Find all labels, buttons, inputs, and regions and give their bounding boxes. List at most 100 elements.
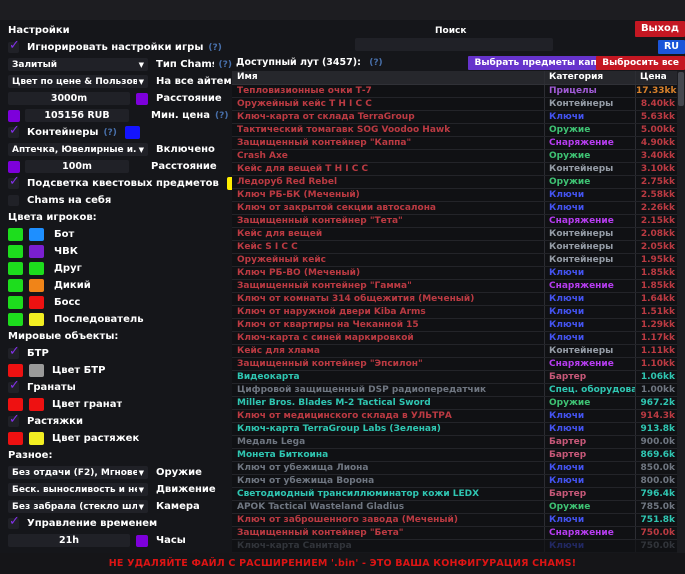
item-category: Снаряжение bbox=[544, 527, 635, 539]
tripwire-color-swatch-1[interactable] bbox=[8, 432, 23, 445]
select-kappa-button[interactable]: Выбрать предметы каппа bbox=[468, 56, 615, 70]
player-color-swatch-primary[interactable] bbox=[8, 228, 23, 241]
chams-self-checkbox[interactable] bbox=[8, 195, 19, 206]
table-row[interactable]: Светодиодный трансиллюминатор кожи LEDXБ… bbox=[232, 488, 685, 501]
tripwire-color-swatch-2[interactable] bbox=[29, 432, 44, 445]
player-color-swatch-secondary[interactable] bbox=[29, 262, 44, 275]
help-icon[interactable]: (?) bbox=[219, 60, 232, 70]
player-color-swatch-primary[interactable] bbox=[8, 279, 23, 292]
table-row[interactable]: Защищенный контейнер "Эпсилон"Снаряжение… bbox=[232, 358, 685, 371]
table-row[interactable]: Защищенный контейнер "Тета"Снаряжение2.1… bbox=[232, 215, 685, 228]
camera-select[interactable]: Без забрала (стекло шлема) ▼ bbox=[8, 500, 148, 513]
table-row[interactable]: Оружейный кейс T H I C CКонтейнеры8.40kk bbox=[232, 98, 685, 111]
color-mode-select[interactable]: Цвет по цене & Пользователь ▼ bbox=[8, 75, 148, 88]
table-row[interactable]: Ключ от квартиры на Чеканной 15Ключи1.29… bbox=[232, 319, 685, 332]
grenade-color-swatch-1[interactable] bbox=[8, 398, 23, 411]
player-color-swatch-secondary[interactable] bbox=[29, 228, 44, 241]
tripwires-checkbox[interactable] bbox=[8, 416, 19, 427]
player-color-swatch-primary[interactable] bbox=[8, 262, 23, 275]
table-row[interactable]: Ключ РБ-ВО (Меченый)Ключи1.85kk bbox=[232, 267, 685, 280]
table-row[interactable]: Защищенный контейнер "Гамма"Снаряжение1.… bbox=[232, 280, 685, 293]
player-color-swatch-secondary[interactable] bbox=[29, 245, 44, 258]
scrollbar-thumb[interactable] bbox=[678, 72, 684, 106]
player-color-row: Друг bbox=[8, 262, 232, 275]
column-header-category[interactable]: Категория bbox=[544, 71, 635, 84]
table-row[interactable]: Ключ от убежища ВоронаКлючи800.0k bbox=[232, 475, 685, 488]
help-icon[interactable]: (?) bbox=[208, 43, 221, 53]
table-row[interactable]: Crash AxeОружие3.40kk bbox=[232, 150, 685, 163]
item-category: Ключи bbox=[544, 423, 635, 435]
hours-input[interactable]: 21h bbox=[8, 534, 130, 547]
table-row[interactable]: Кейс для хламаКонтейнеры1.11kk bbox=[232, 345, 685, 358]
language-button[interactable]: RU bbox=[658, 40, 685, 54]
distance-input[interactable]: 3000m bbox=[8, 92, 130, 105]
table-row[interactable]: Медаль LegaБартер900.0k bbox=[232, 436, 685, 449]
table-row[interactable]: Ключ-карта от склада TerraGroupКлючи5.63… bbox=[232, 111, 685, 124]
containers-distance-input[interactable]: 100m bbox=[25, 160, 129, 173]
table-row[interactable]: Кейс для вещей T H I C CКонтейнеры3.10kk bbox=[232, 163, 685, 176]
table-row[interactable]: Ключ-карта СанитараКлючи750.0k bbox=[232, 540, 685, 553]
time-control-checkbox[interactable] bbox=[8, 518, 19, 529]
table-row[interactable]: Ключ-карта с синей маркировкойКлючи1.17k… bbox=[232, 332, 685, 345]
player-color-swatch-primary[interactable] bbox=[8, 313, 23, 326]
min-price-input[interactable]: 105156 RUB bbox=[25, 109, 129, 122]
player-colors-list: БотЧВКДругДикийБоссПоследователь bbox=[8, 228, 232, 326]
quest-items-checkbox[interactable] bbox=[8, 178, 19, 189]
table-row[interactable]: APOK Tactical Wasteland GladiusОружие785… bbox=[232, 501, 685, 514]
table-row[interactable]: Защищенный контейнер "Бета"Снаряжение750… bbox=[232, 527, 685, 540]
hours-color-swatch[interactable] bbox=[136, 535, 148, 547]
table-row[interactable]: Цифровой защищенный DSP радиопередатчикС… bbox=[232, 384, 685, 397]
player-color-swatch-secondary[interactable] bbox=[29, 279, 44, 292]
chevron-down-icon: ▼ bbox=[139, 78, 144, 86]
containers-distance-swatch[interactable] bbox=[8, 161, 20, 173]
help-icon[interactable]: (?) bbox=[369, 58, 382, 68]
table-row[interactable]: Ключ от убежища ЛионаКлючи850.0k bbox=[232, 462, 685, 475]
table-row[interactable]: Ключ от медицинского склада в УЛЬТРАКлюч… bbox=[232, 410, 685, 423]
btr-color-swatch-2[interactable] bbox=[29, 364, 44, 377]
table-row[interactable]: Ледоруб Red RebelОружие2.75kk bbox=[232, 176, 685, 189]
player-color-swatch-primary[interactable] bbox=[8, 296, 23, 309]
help-icon[interactable]: (?) bbox=[215, 111, 228, 121]
table-row[interactable]: Ключ от наружной двери Kiba ArmsКлючи1.5… bbox=[232, 306, 685, 319]
grenade-color-swatch-2[interactable] bbox=[29, 398, 44, 411]
chams-type-select[interactable]: Залитый ▼ bbox=[8, 58, 148, 71]
table-row[interactable]: Ключ-карта TerraGroup Labs (Зеленая)Ключ… bbox=[232, 423, 685, 436]
weapon-select[interactable]: Без отдачи (F2), Мгновенное п ▼ bbox=[8, 466, 148, 479]
table-row[interactable]: Защищенный контейнер "Каппа"Снаряжение4.… bbox=[232, 137, 685, 150]
btr-checkbox[interactable] bbox=[8, 348, 19, 359]
btr-color-swatch-1[interactable] bbox=[8, 364, 23, 377]
drop-all-button[interactable]: Выбросить все bbox=[596, 56, 685, 70]
movement-select[interactable]: Беск. выносливость и нет уста ▼ bbox=[8, 483, 148, 496]
containers-checkbox[interactable] bbox=[8, 127, 19, 138]
help-icon[interactable]: (?) bbox=[103, 128, 116, 138]
table-row[interactable]: Кейс S I C CКонтейнеры2.05kk bbox=[232, 241, 685, 254]
player-color-label: Бот bbox=[54, 229, 74, 240]
table-row[interactable]: Ключ РБ-БК (Меченый)Ключи2.58kk bbox=[232, 189, 685, 202]
exit-button[interactable]: Выход bbox=[635, 21, 685, 37]
player-color-swatch-secondary[interactable] bbox=[29, 296, 44, 309]
table-row[interactable]: Miller Bros. Blades M-2 Tactical SwordОр… bbox=[232, 397, 685, 410]
ignore-game-settings-checkbox[interactable] bbox=[8, 42, 19, 53]
containers-color-swatch[interactable] bbox=[125, 126, 140, 139]
table-row[interactable]: Кейс для вещейКонтейнеры2.08kk bbox=[232, 228, 685, 241]
table-row[interactable]: Ключ от заброшенного завода (Меченый)Клю… bbox=[232, 514, 685, 527]
grenades-row: Гранаты bbox=[8, 381, 232, 394]
grenade-color-row: Цвет гранат bbox=[8, 398, 232, 411]
table-scrollbar[interactable] bbox=[677, 71, 685, 553]
grenades-checkbox[interactable] bbox=[8, 382, 19, 393]
player-color-swatch-secondary[interactable] bbox=[29, 313, 44, 326]
table-row[interactable]: Тепловизионные очки Т-7Прицелы17.33kk bbox=[232, 85, 685, 98]
player-color-swatch-primary[interactable] bbox=[8, 245, 23, 258]
search-input[interactable] bbox=[355, 38, 553, 51]
table-row[interactable]: Ключ от комнаты 314 общежития (Меченый)К… bbox=[232, 293, 685, 306]
item-name: Ключ от заброшенного завода (Меченый) bbox=[232, 514, 544, 526]
table-row[interactable]: Тактический томагавк SOG Voodoo HawkОруж… bbox=[232, 124, 685, 137]
min-price-color-swatch[interactable] bbox=[8, 110, 20, 122]
distance-color-swatch[interactable] bbox=[136, 93, 148, 105]
table-row[interactable]: ВидеокартаБартер1.06kk bbox=[232, 371, 685, 384]
table-row[interactable]: Монета БиткоинаБартер869.6k bbox=[232, 449, 685, 462]
table-row[interactable]: Оружейный кейсКонтейнеры1.95kk bbox=[232, 254, 685, 267]
containers-filter-select[interactable]: Аптечка, Ювелирные и... ▼ bbox=[8, 143, 148, 156]
column-header-name[interactable]: Имя bbox=[232, 71, 544, 84]
table-row[interactable]: Ключ от закрытой секции автосалонаКлючи2… bbox=[232, 202, 685, 215]
